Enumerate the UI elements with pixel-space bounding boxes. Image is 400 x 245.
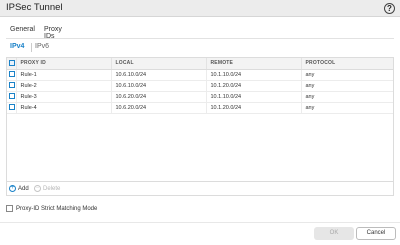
row-check-cell xyxy=(7,91,17,103)
delete-button-label: Delete xyxy=(43,186,61,193)
minus-circle-icon: − xyxy=(34,185,41,192)
remote-cell: 10.1.20.0/24 xyxy=(206,80,302,92)
add-button-label: Add xyxy=(18,186,29,193)
local-cell: 10.6.20.0/24 xyxy=(111,91,207,103)
tab-divider xyxy=(6,38,394,39)
subtab-separator xyxy=(31,43,32,52)
local-cell: 10.6.10.0/24 xyxy=(111,69,207,81)
remote-cell: 10.1.20.0/24 xyxy=(206,102,302,114)
row-check-cell xyxy=(7,80,17,92)
row-checkbox[interactable] xyxy=(9,93,15,100)
remote-cell: 10.1.10.0/24 xyxy=(206,91,302,103)
strict-matching-checkbox[interactable] xyxy=(6,205,13,212)
column-header-remote[interactable]: REMOTE xyxy=(206,58,302,70)
add-button[interactable]: + Add xyxy=(9,185,29,192)
row-checkbox[interactable] xyxy=(9,71,15,78)
dialog-titlebar: IPSec Tunnel ? xyxy=(0,0,400,17)
column-header-local[interactable]: LOCAL xyxy=(111,58,207,70)
strict-matching-option[interactable]: Proxy-ID Strict Matching Mode xyxy=(6,205,97,212)
column-header-proxy-id[interactable]: PROXY ID xyxy=(16,58,112,70)
help-icon[interactable]: ? xyxy=(384,3,395,14)
plus-circle-icon: + xyxy=(9,185,16,192)
select-all-checkbox[interactable] xyxy=(9,60,15,67)
tab-proxy-ids[interactable]: Proxy IDs xyxy=(44,26,62,40)
table-row[interactable]: Rule-2 10.6.10.0/24 10.1.20.0/24 any xyxy=(7,80,393,92)
select-all-cell xyxy=(7,58,17,70)
delete-button[interactable]: − Delete xyxy=(34,185,60,192)
protocol-cell: any xyxy=(301,69,393,81)
column-header-protocol[interactable]: PROTOCOL xyxy=(301,58,393,70)
proxy-id-cell: Rule-3 xyxy=(16,91,112,103)
subtab-ipv6[interactable]: IPv6 xyxy=(35,43,49,50)
proxy-id-cell: Rule-1 xyxy=(16,69,112,81)
table-toolbar: + Add − Delete xyxy=(6,182,394,196)
row-check-cell xyxy=(7,102,17,114)
protocol-cell: any xyxy=(301,80,393,92)
tab-general[interactable]: General xyxy=(10,26,35,39)
remote-cell: 10.1.10.0/24 xyxy=(206,69,302,81)
table-row[interactable]: Rule-4 10.6.20.0/24 10.1.20.0/24 any xyxy=(7,102,393,114)
protocol-cell: any xyxy=(301,91,393,103)
tab-general-label: General xyxy=(10,26,35,33)
proxy-id-cell: Rule-4 xyxy=(16,102,112,114)
footer-divider xyxy=(0,222,400,223)
row-checkbox[interactable] xyxy=(9,104,15,111)
table-row[interactable]: Rule-3 10.6.20.0/24 10.1.10.0/24 any xyxy=(7,91,393,103)
proxy-id-table: PROXY ID LOCAL REMOTE PROTOCOL Rule-1 10… xyxy=(6,57,394,182)
dialog-title: IPSec Tunnel xyxy=(6,2,63,13)
subtab-ipv4[interactable]: IPv4 xyxy=(10,43,24,50)
ok-button[interactable]: OK xyxy=(314,227,354,240)
table-header-row: PROXY ID LOCAL REMOTE PROTOCOL xyxy=(7,58,393,70)
proxy-id-cell: Rule-2 xyxy=(16,80,112,92)
row-check-cell xyxy=(7,69,17,81)
table-row[interactable]: Rule-1 10.6.10.0/24 10.1.10.0/24 any xyxy=(7,69,393,81)
protocol-cell: any xyxy=(301,102,393,114)
local-cell: 10.6.20.0/24 xyxy=(111,102,207,114)
local-cell: 10.6.10.0/24 xyxy=(111,80,207,92)
strict-matching-label: Proxy-ID Strict Matching Mode xyxy=(16,206,98,213)
row-checkbox[interactable] xyxy=(9,82,15,89)
cancel-button[interactable]: Cancel xyxy=(356,227,396,240)
